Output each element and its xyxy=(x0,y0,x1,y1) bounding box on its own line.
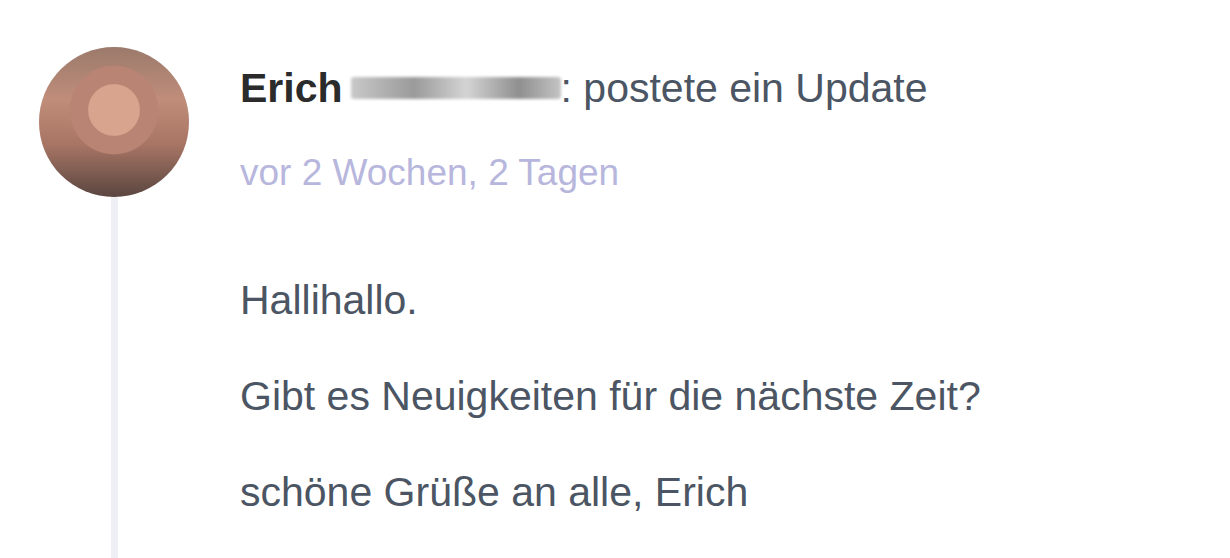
author-name[interactable]: Erich xyxy=(240,65,343,112)
post-line: schöne Grüße an alle, Erich xyxy=(240,462,981,522)
post-gutter xyxy=(38,47,190,558)
user-avatar[interactable] xyxy=(39,47,189,197)
post-body: Hallihallo. Gibt es Neuigkeiten für die n… xyxy=(240,270,981,522)
post-action: : postete ein Update xyxy=(561,65,928,112)
post-content: Erich : postete ein Update vor 2 Wochen, 2… xyxy=(190,47,981,558)
redacted-surname xyxy=(351,77,561,99)
post-line: Hallihallo. xyxy=(240,270,981,330)
post-time: vor 2 Wochen, 2 Tagen xyxy=(240,148,981,198)
thread-line xyxy=(111,197,118,558)
post-header: Erich : postete ein Update xyxy=(240,62,981,114)
activity-post: Erich : postete ein Update vor 2 Wochen, 2… xyxy=(0,0,1230,558)
post-line: Gibt es Neuigkeiten für die nächste Zeit… xyxy=(240,366,981,426)
